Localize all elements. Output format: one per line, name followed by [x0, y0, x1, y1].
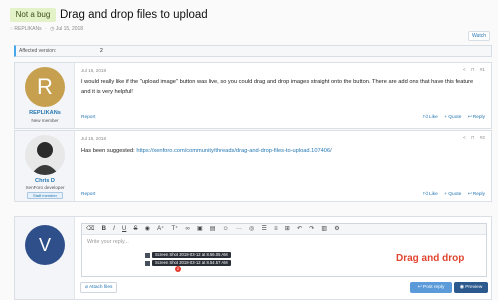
undo-icon[interactable]: ↶	[297, 224, 302, 234]
post-reply-button[interactable]: ↩ Post reply	[410, 282, 452, 293]
emoji-icon[interactable]: ☺	[223, 224, 229, 234]
reply-button[interactable]: Reply	[473, 115, 485, 120]
editor-toolbar: ⌫ B I U S ◉ A⁺ T⁺ ∞ ▣ ▤ ☺ ··· ◎ ☰ ≡ ⊞ ↶ …	[82, 224, 486, 235]
text-style-icon[interactable]: T⁺	[171, 224, 178, 234]
reply-icon: ↩	[417, 285, 422, 290]
avatar: V	[25, 225, 65, 265]
bookmark-icon[interactable]: ⊓	[471, 67, 475, 72]
preview-button[interactable]: ◉ Preview	[454, 282, 488, 293]
settings-icon[interactable]: ⚙	[334, 224, 339, 234]
reply-editor[interactable]: ⌫ B I U S ◉ A⁺ T⁺ ∞ ▣ ▤ ☺ ··· ◎ ☰ ≡ ⊞ ↶ …	[81, 223, 487, 277]
suggestion-link[interactable]: https://xenforo.com/community/threads/dr…	[136, 148, 331, 154]
staff-banner: Staff member	[27, 192, 63, 199]
username[interactable]: Chris D	[15, 178, 75, 184]
reply-icon: ↩	[467, 192, 472, 197]
thread-author[interactable]: REPLIKANs	[14, 26, 41, 32]
avatar[interactable]: R	[25, 67, 65, 107]
user-cell: R REPLIKANs New member	[15, 63, 75, 128]
dragged-file: Screen Shot 2018-03-12 at 8.54.57 AM	[152, 260, 231, 266]
affected-version-field: Affected version: 2	[14, 45, 492, 57]
more-icon[interactable]: ···	[236, 224, 242, 234]
font-size-icon[interactable]: A⁺	[157, 224, 164, 234]
drag-count-badge: 2	[175, 266, 181, 272]
file-icon	[145, 252, 150, 258]
post-body-text: Has been suggested:	[81, 148, 137, 154]
reply-button[interactable]: Reply	[473, 192, 485, 197]
user-cell: V	[15, 217, 75, 299]
post-2: Chris D XenForo developer Staff member J…	[14, 130, 492, 202]
avatar-photo-icon	[25, 135, 65, 175]
post-tools: < ⊓ #1	[459, 67, 485, 73]
post-date[interactable]: Jul 15, 2018	[81, 136, 106, 141]
file-icon	[145, 260, 150, 266]
redo-icon[interactable]: ↷	[309, 224, 314, 234]
link-icon[interactable]: ∞	[186, 224, 190, 234]
color-icon[interactable]: ◉	[145, 224, 150, 234]
quote-button[interactable]: + Quote	[444, 192, 461, 197]
share-icon[interactable]: <	[463, 67, 466, 72]
share-icon[interactable]: <	[463, 135, 466, 140]
post-tools: < ⊓ #2	[459, 135, 485, 141]
thread-title: Drag and drop files to upload	[60, 9, 208, 21]
user-icon: ◌	[10, 26, 13, 32]
quote-button[interactable]: + Quote	[444, 115, 461, 120]
italic-icon[interactable]: I	[113, 224, 115, 234]
thread-header: Not a bug Drag and drop files to upload …	[10, 4, 490, 40]
like-button[interactable]: Like	[429, 192, 438, 197]
image-icon[interactable]: ▣	[197, 224, 203, 234]
clock-icon: ◷	[50, 26, 55, 32]
media-icon[interactable]: ▤	[210, 224, 216, 234]
thread-date[interactable]: Jul 15, 2018	[56, 26, 83, 32]
post-number[interactable]: #2	[480, 135, 485, 140]
affected-version-value: 2	[100, 48, 103, 54]
eraser-icon[interactable]: ⌫	[86, 224, 94, 234]
underline-icon[interactable]: U	[122, 224, 126, 234]
username[interactable]: REPLIKANs	[15, 110, 75, 116]
bold-icon[interactable]: B	[102, 224, 106, 234]
strikethrough-icon[interactable]: S	[134, 224, 138, 234]
user-title: New member	[31, 118, 59, 123]
list-icon[interactable]: ☰	[262, 224, 267, 234]
bookmark-icon[interactable]: ⊓	[471, 135, 475, 140]
insert-icon[interactable]: ⊞	[285, 224, 290, 234]
thread-meta: ◌ REPLIKANs · ◷ Jul 15, 2018	[10, 26, 83, 32]
reply-placeholder[interactable]: Write your reply...	[87, 239, 129, 245]
separator: ·	[45, 26, 47, 32]
avatar[interactable]	[25, 135, 65, 175]
post-number[interactable]: #1	[480, 67, 485, 72]
watch-button[interactable]: Watch	[468, 31, 490, 41]
attach-files-label: Attach files	[88, 285, 113, 290]
post-1: R REPLIKANs New member Jul 15, 2018 < ⊓ …	[14, 62, 492, 129]
dragged-file: Screen Shot 2018-03-12 at 8.56.05 AM	[152, 252, 231, 258]
save-icon[interactable]: ▥	[321, 224, 327, 234]
report-link[interactable]: Report	[81, 192, 95, 197]
align-icon[interactable]: ≡	[274, 224, 278, 234]
spoiler-icon[interactable]: ◎	[249, 224, 254, 234]
post-body: Has been suggested: https://xenforo.com/…	[81, 147, 483, 157]
reply-icon: ↩	[467, 115, 472, 120]
affected-version-label: Affected version:	[19, 48, 57, 54]
attach-files-button[interactable]: ⌀ Attach files	[80, 282, 118, 293]
drag-and-drop-annotation: Drag and drop	[396, 253, 465, 264]
thumbs-up-icon: 👍︎	[422, 192, 428, 197]
paperclip-icon: ⌀	[85, 285, 88, 290]
preview-label: Preview	[465, 285, 483, 290]
post-body: I would really like if the "upload image…	[81, 79, 474, 95]
like-button[interactable]: Like	[429, 115, 438, 120]
report-link[interactable]: Report	[81, 115, 95, 120]
user-title: XenForo developer	[25, 185, 65, 190]
thumbs-up-icon: 👍︎	[422, 115, 428, 120]
post-actions: 👍︎Like + Quote ↩Reply	[418, 115, 485, 120]
post-date[interactable]: Jul 15, 2018	[81, 68, 106, 73]
eye-icon: ◉	[459, 285, 464, 290]
post-actions: 👍︎Like + Quote ↩Reply	[418, 192, 485, 197]
status-prefix-badge[interactable]: Not a bug	[10, 8, 56, 22]
user-cell: Chris D XenForo developer Staff member	[15, 131, 75, 201]
post-reply-label: Post reply	[423, 285, 445, 290]
